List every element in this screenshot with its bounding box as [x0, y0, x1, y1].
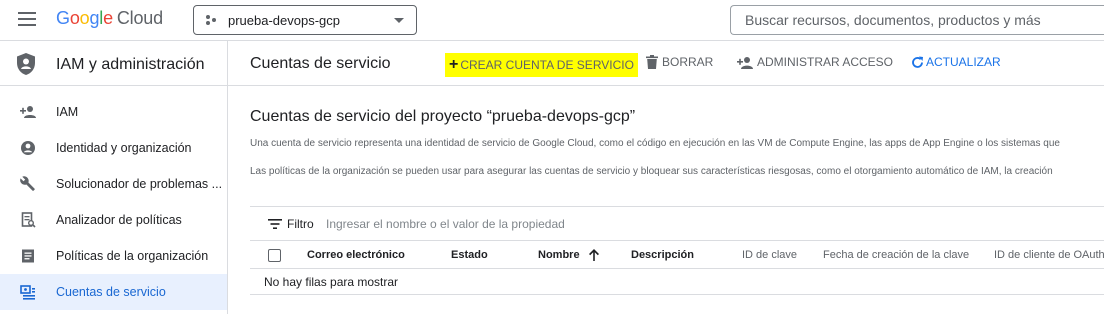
column-header-name-label: Nombre	[538, 249, 580, 261]
top-bar: Google Cloud prueba-devops-gcp	[0, 0, 1104, 40]
article-icon	[22, 249, 34, 263]
account-circle-icon	[21, 141, 35, 155]
section-title: Cuentas de servicio del proyecto “prueba…	[250, 108, 636, 125]
sidebar-item-label: IAM	[56, 105, 79, 119]
search-input[interactable]	[745, 12, 1095, 28]
arrow-up-icon	[588, 249, 599, 262]
sidebar-title: IAM y administración	[56, 56, 205, 73]
sidebar-item-iam[interactable]: IAM	[0, 94, 227, 130]
trash-icon	[646, 55, 658, 69]
empty-message: No hay filas para mostrar	[264, 275, 399, 289]
refresh-label: ACTUALIZAR	[926, 55, 1001, 69]
page-header: Cuentas de servicio + CREAR CUENTA DE SE…	[228, 40, 1104, 86]
search-box[interactable]	[730, 5, 1104, 35]
sidebar-item-label: Identidad y organización	[56, 141, 192, 155]
manage-access-button[interactable]: ADMINISTRAR ACCESO	[737, 55, 893, 69]
manage-access-label: ADMINISTRAR ACCESO	[757, 55, 894, 69]
sidebar-item-label: Políticas de la organización	[56, 249, 209, 263]
description-paragraph: Una cuenta de servicio representa una id…	[250, 138, 1060, 149]
add-icon: +	[449, 56, 459, 73]
column-header-oauth-client-id[interactable]: ID de cliente de OAuth	[994, 249, 1104, 261]
create-service-account-button[interactable]: + CREAR CUENTA DE SERVICIO	[445, 53, 638, 77]
description-paragraph: Las políticas de la organización se pued…	[250, 166, 1053, 177]
table-header: Correo electrónico Estado Nombre Descrip…	[250, 240, 1104, 269]
column-header-email[interactable]: Correo electrónico	[307, 249, 405, 261]
filter-input[interactable]	[326, 217, 726, 231]
select-all-checkbox[interactable]	[268, 249, 281, 262]
menu-icon[interactable]	[18, 12, 36, 26]
sidebar-header: IAM y administración	[0, 40, 227, 86]
sidebar-item-troubleshooter[interactable]: Solucionador de problemas ...	[0, 166, 227, 202]
column-header-key-creation-date[interactable]: Fecha de creación de la clave	[823, 249, 969, 261]
service-account-icon	[20, 285, 35, 300]
chevron-down-icon	[394, 18, 404, 23]
table-empty-row: No hay filas para mostrar	[250, 269, 1104, 295]
sidebar-item-label: Cuentas de servicio	[56, 285, 166, 299]
delete-button[interactable]: BORRAR	[646, 55, 713, 69]
create-button-label: CREAR CUENTA DE SERVICIO	[460, 58, 634, 72]
filter-bar: Filtro	[250, 206, 1104, 240]
project-icon	[206, 15, 216, 25]
sidebar-item-label: Analizador de políticas	[56, 213, 182, 227]
filter-icon	[268, 219, 282, 229]
google-cloud-logo[interactable]: Google Cloud	[56, 8, 163, 29]
sidebar-item-org-policies[interactable]: Políticas de la organización	[0, 238, 227, 274]
person-add-icon	[737, 56, 753, 69]
column-header-description[interactable]: Descripción	[631, 249, 694, 261]
sidebar-item-identity[interactable]: Identidad y organización	[0, 130, 227, 166]
person-add-icon	[20, 106, 36, 118]
sidebar-item-label: Solucionador de problemas ...	[56, 177, 223, 191]
column-header-status[interactable]: Estado	[451, 249, 488, 261]
refresh-button[interactable]: ACTUALIZAR	[911, 55, 1001, 69]
wrench-icon	[20, 176, 35, 191]
project-picker[interactable]: prueba-devops-gcp	[193, 5, 417, 35]
project-name: prueba-devops-gcp	[228, 13, 341, 28]
refresh-icon	[912, 56, 923, 68]
column-header-key-id[interactable]: ID de clave	[742, 249, 797, 261]
filter-label: Filtro	[287, 217, 314, 231]
delete-button-label: BORRAR	[662, 55, 714, 69]
sidebar-item-policy-analyzer[interactable]: Analizador de políticas	[0, 202, 227, 238]
document-search-icon	[21, 212, 36, 228]
page-title: Cuentas de servicio	[250, 55, 391, 72]
sidebar-item-service-accounts[interactable]: Cuentas de servicio	[0, 274, 227, 310]
shield-icon	[17, 53, 35, 75]
column-header-name[interactable]: Nombre	[538, 249, 599, 262]
sidebar: IAM y administración IAM Identidad y org…	[0, 40, 228, 314]
